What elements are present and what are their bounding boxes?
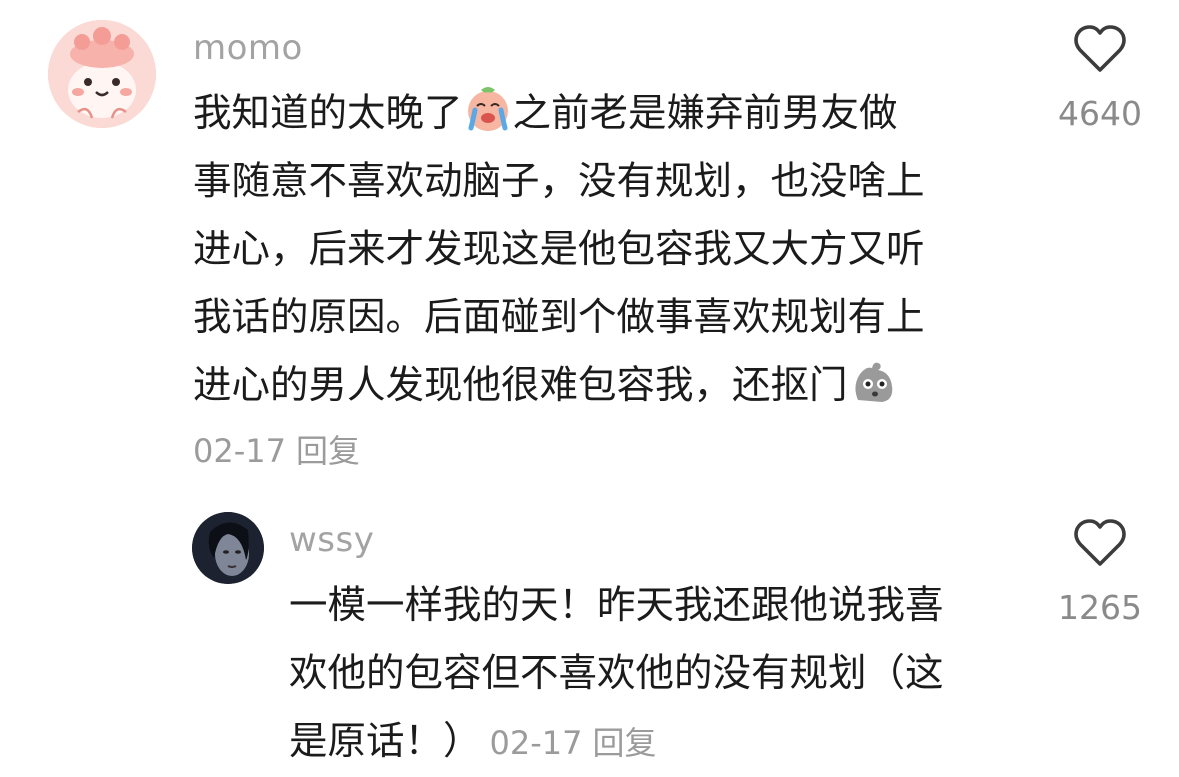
heart-outline-icon[interactable] [1073,24,1127,74]
comment-line-5: 进心的男人发现他很难包容我，还抠门 [193,352,925,420]
reply-button[interactable]: 回复 [296,432,360,470]
pink-cartoon-avatar-icon [48,20,156,128]
comment-date: 02-17 [193,432,286,470]
comment-meta: 02-17 回复 [193,426,360,472]
reply-reply-button[interactable]: 回复 [593,724,657,762]
dark-photo-avatar-icon [192,512,264,584]
comment-line-5-text: 进心的男人发现他很难包容我，还抠门 [193,363,848,408]
comment-username[interactable]: momo [193,28,303,68]
shocked-rock-icon [848,356,898,406]
reply-like-count: 1265 [1058,588,1142,627]
reply-line-2: 欢他的包容但不喜欢他的没有规划（这 [289,651,944,696]
reply-line-3: 是原话！） 02-17 回复 [289,708,944,776]
comment-line-4: 我话的原因。后面碰到个做事喜欢规划有上 [193,295,925,340]
comment-line-1: 我知道的太晚了 之前老是嫌弃前男友做 [193,80,925,148]
comment-text: 我知道的太晚了 之前老是嫌弃前男友做 事随意不喜欢动脑子，没有规划，也没啥上 进心… [193,80,925,420]
comment-line-2: 事随意不喜欢动脑子，没有规划，也没啥上 [193,159,925,204]
reply-date: 02-17 [489,724,583,762]
reply-username[interactable]: wssy [289,520,374,560]
comment-line-3: 进心，后来才发现这是他包容我又大方又听 [193,227,925,272]
crying-face-icon [463,84,513,134]
avatar[interactable] [48,20,156,128]
reply-line-1: 一模一样我的天！昨天我还跟他说我喜 [289,583,944,628]
comment-line-1-text: 我知道的太晚了 [193,91,463,136]
reply-avatar[interactable] [192,512,264,584]
like-count: 4640 [1058,94,1142,133]
reply-line-3-text: 是原话！） [289,719,482,764]
heart-outline-icon[interactable] [1073,518,1127,568]
comment-line-1b-text: 之前老是嫌弃前男友做 [512,91,898,136]
reply-text: 一模一样我的天！昨天我还跟他说我喜 欢他的包容但不喜欢他的没有规划（这 是原话！… [289,572,944,776]
